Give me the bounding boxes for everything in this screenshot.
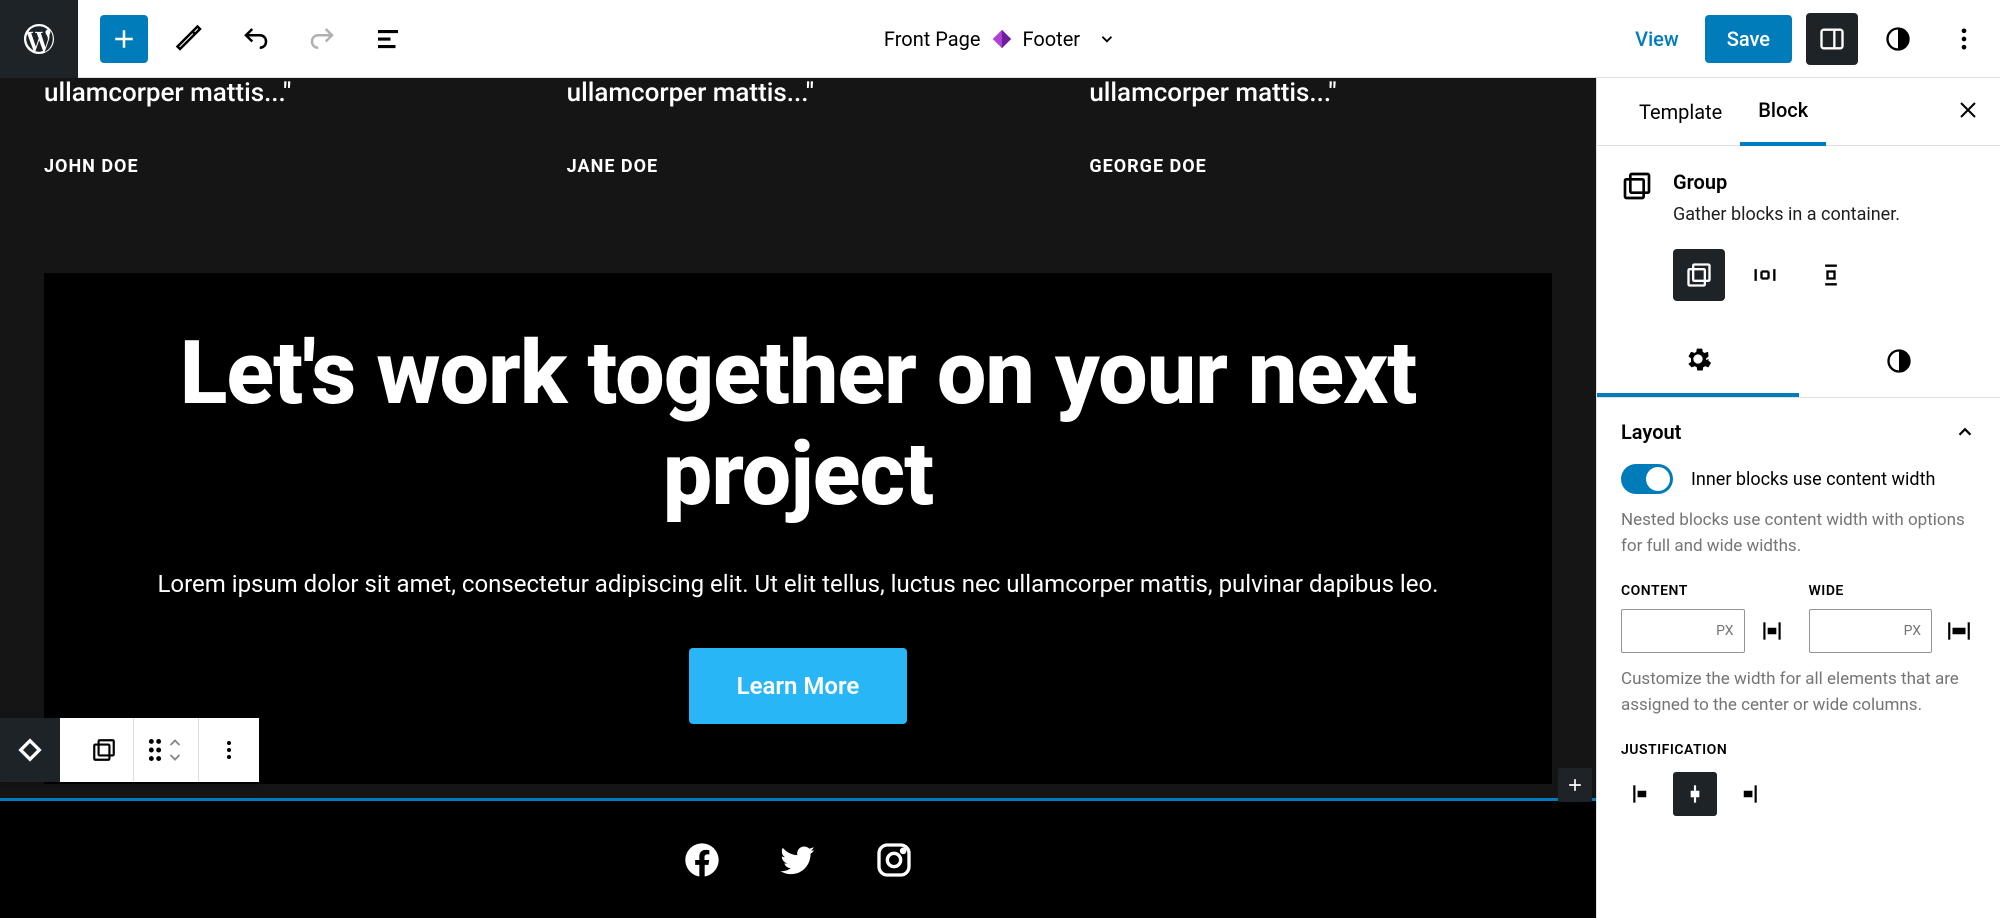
layout-panel: Layout Inner blocks use content width Ne… [1597, 398, 2000, 838]
document-overview-button[interactable] [364, 15, 412, 63]
testimonial-name: JOHN DOE [44, 156, 507, 177]
tab-block[interactable]: Block [1740, 78, 1826, 146]
block-name: Group [1673, 170, 1900, 194]
template-part-icon [990, 28, 1012, 50]
width-help: Customize the width for all elements tha… [1621, 667, 1976, 718]
undo-button[interactable] [232, 15, 280, 63]
block-card: Group Gather blocks in a container. [1597, 146, 2000, 249]
document-title[interactable]: Front Page Footer [884, 27, 1116, 51]
width-controls: CONTENT PX WIDE PX [1621, 583, 1976, 653]
wide-align-icon[interactable] [1942, 614, 1976, 648]
justify-right[interactable] [1725, 772, 1769, 816]
block-options-button[interactable] [199, 718, 259, 782]
twitter-icon[interactable] [778, 840, 818, 880]
toolbar-right: View Save [1623, 13, 1990, 65]
facebook-icon[interactable] [682, 840, 722, 880]
wide-width-label: WIDE [1809, 583, 1977, 599]
redo-button[interactable] [298, 15, 346, 63]
subtab-settings[interactable] [1597, 325, 1799, 397]
doc-page-label: Front Page [884, 27, 981, 51]
inspector-tabs [1597, 325, 2000, 398]
options-menu-button[interactable] [1938, 13, 1990, 65]
instagram-icon[interactable] [874, 840, 914, 880]
content-width-toggle-row: Inner blocks use content width [1621, 464, 1976, 494]
drag-handle-icon [148, 739, 162, 761]
variation-stack[interactable] [1805, 249, 1857, 301]
justify-left[interactable] [1621, 772, 1665, 816]
subtab-styles[interactable] [1799, 325, 2000, 397]
styles-button[interactable] [1872, 13, 1924, 65]
testimonial[interactable]: ullamcorper mattis..." JANE DOE [567, 78, 1030, 177]
wide-width-input[interactable]: PX [1809, 609, 1933, 653]
sidebar-tabs: Template Block [1597, 78, 2000, 146]
tools-button[interactable] [166, 15, 214, 63]
toggle-label: Inner blocks use content width [1691, 469, 1935, 490]
cta-body[interactable]: Lorem ipsum dolor sit amet, consectetur … [124, 565, 1472, 603]
close-sidebar-button[interactable] [1956, 98, 1980, 126]
justify-center[interactable] [1673, 772, 1717, 816]
cta-button[interactable]: Learn More [689, 648, 908, 724]
testimonial[interactable]: ullamcorper mattis..." GEORGE DOE [1089, 78, 1552, 177]
add-block-inline-button[interactable] [1558, 768, 1592, 802]
chevron-up-icon [1954, 421, 1976, 443]
cta-heading[interactable]: Let's work together on your next project [124, 323, 1472, 525]
view-button[interactable]: View [1623, 19, 1691, 59]
editor-canvas[interactable]: ullamcorper mattis..." JOHN DOE ullamcor… [0, 78, 1596, 918]
layout-title: Layout [1621, 420, 1681, 444]
content-align-icon[interactable] [1755, 614, 1789, 648]
move-up-icon[interactable] [166, 735, 184, 749]
block-mover[interactable] [134, 718, 199, 782]
testimonial-quote: ullamcorper mattis..." [44, 78, 507, 108]
content-width-toggle[interactable] [1621, 464, 1673, 494]
gear-icon [1684, 345, 1712, 373]
toggle-help: Nested blocks use content width with opt… [1621, 508, 1976, 559]
testimonial[interactable]: ullamcorper mattis..." JOHN DOE [44, 78, 507, 177]
justification-controls [1621, 772, 1976, 816]
group-icon [1621, 170, 1653, 202]
footer-template-part[interactable] [0, 798, 1596, 918]
chevron-down-icon [1098, 30, 1116, 48]
toolbar-left [78, 15, 412, 63]
top-toolbar: Front Page Footer View Save [0, 0, 2000, 78]
cta-block[interactable]: Let's work together on your next project… [44, 273, 1552, 784]
doc-part-label: Footer [1022, 27, 1080, 51]
block-type-button[interactable] [74, 718, 134, 782]
settings-sidebar-toggle[interactable] [1806, 13, 1858, 65]
testimonial-quote: ullamcorper mattis..." [567, 78, 1030, 108]
testimonial-quote: ullamcorper mattis..." [1089, 78, 1552, 108]
block-toolbar [0, 718, 259, 782]
contrast-icon [1885, 347, 1913, 375]
content-width-input[interactable]: PX [1621, 609, 1745, 653]
add-block-button[interactable] [100, 15, 148, 63]
layout-panel-toggle[interactable]: Layout [1621, 420, 1976, 444]
workspace: ullamcorper mattis..." JOHN DOE ullamcor… [0, 78, 2000, 918]
save-button[interactable]: Save [1705, 15, 1792, 63]
move-down-icon[interactable] [166, 751, 184, 765]
settings-sidebar: Template Block Group Gather blocks in a … [1596, 78, 2000, 918]
testimonial-name: GEORGE DOE [1089, 156, 1552, 177]
testimonials-row: ullamcorper mattis..." JOHN DOE ullamcor… [0, 78, 1596, 177]
content-width-label: CONTENT [1621, 583, 1789, 599]
parent-block-button[interactable] [0, 718, 60, 782]
justification-label: JUSTIFICATION [1621, 742, 1976, 758]
block-description: Gather blocks in a container. [1673, 204, 1900, 225]
tab-template[interactable]: Template [1621, 80, 1740, 144]
wordpress-logo[interactable] [0, 0, 78, 78]
testimonial-name: JANE DOE [567, 156, 1030, 177]
variation-group[interactable] [1673, 249, 1725, 301]
block-variations [1597, 249, 2000, 325]
variation-row[interactable] [1739, 249, 1791, 301]
